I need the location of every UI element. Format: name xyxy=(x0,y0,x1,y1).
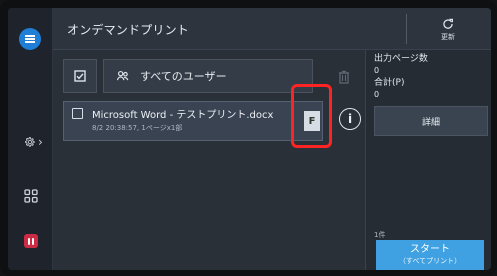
output-pages-value: 0 xyxy=(374,66,380,75)
highlight-frame xyxy=(291,84,332,148)
pause-icon-left xyxy=(28,237,30,245)
device-bezel: › オンデマンドプリント 更新 すべてのユーザー Microsoft Word … xyxy=(0,0,497,276)
left-rail: › xyxy=(8,8,53,270)
pause-icon-right xyxy=(32,237,34,245)
info-button[interactable]: i xyxy=(339,108,361,130)
output-pages-label: 出力ページ数 xyxy=(374,54,428,64)
total-value: 0 xyxy=(374,90,380,99)
refresh-button[interactable]: 更新 xyxy=(431,12,465,46)
delete-button[interactable] xyxy=(330,60,358,94)
stop-button[interactable] xyxy=(24,234,38,248)
job-name: Microsoft Word - テストプリント.docx xyxy=(92,110,274,121)
job-count: 1件 xyxy=(374,231,386,239)
page-title: オンデマンドプリント xyxy=(67,23,190,37)
info-icon: i xyxy=(347,112,353,126)
refresh-separator xyxy=(406,14,407,44)
apps-grid-icon xyxy=(24,189,38,203)
summary-panel: 出力ページ数 0 合計(P) 0 詳細 1件 スタート （すべてプリント） xyxy=(365,50,491,270)
start-button[interactable]: スタート （すべてプリント） xyxy=(376,240,484,270)
chevron-right-icon: › xyxy=(38,135,43,149)
refresh-label: 更新 xyxy=(441,32,455,41)
select-all-button[interactable] xyxy=(63,59,97,93)
apps-button[interactable] xyxy=(24,189,44,209)
menu-button[interactable] xyxy=(19,28,41,50)
start-sub-label: （すべてプリント） xyxy=(398,257,462,265)
job-meta: 8/2 20:38:57, 1ページx1部 xyxy=(92,124,183,132)
menu-icon xyxy=(25,35,35,43)
trash-icon xyxy=(339,70,349,84)
refresh-icon xyxy=(443,18,454,29)
job-list-panel: すべてのユーザー Microsoft Word - テストプリント.docx 8… xyxy=(53,50,365,270)
checkbox-icon xyxy=(74,70,86,82)
settings-button[interactable]: › xyxy=(24,132,52,152)
job-checkbox[interactable] xyxy=(72,108,83,119)
user-filter-label: すべてのユーザー xyxy=(140,70,227,83)
summary-stats: 出力ページ数 0 合計(P) 0 xyxy=(374,53,428,101)
total-label: 合計(P) xyxy=(374,78,405,88)
details-button[interactable]: 詳細 xyxy=(374,106,488,136)
printer-screen: › オンデマンドプリント 更新 すべてのユーザー Microsoft Word … xyxy=(8,8,491,270)
start-label: スタート xyxy=(410,244,450,255)
user-filter-button[interactable]: すべてのユーザー xyxy=(103,59,313,93)
gear-icon xyxy=(25,137,35,147)
job-row[interactable]: Microsoft Word - テストプリント.docx 8/2 20:38:… xyxy=(63,101,323,141)
top-bar: オンデマンドプリント 更新 xyxy=(53,8,491,50)
users-icon xyxy=(116,70,129,81)
